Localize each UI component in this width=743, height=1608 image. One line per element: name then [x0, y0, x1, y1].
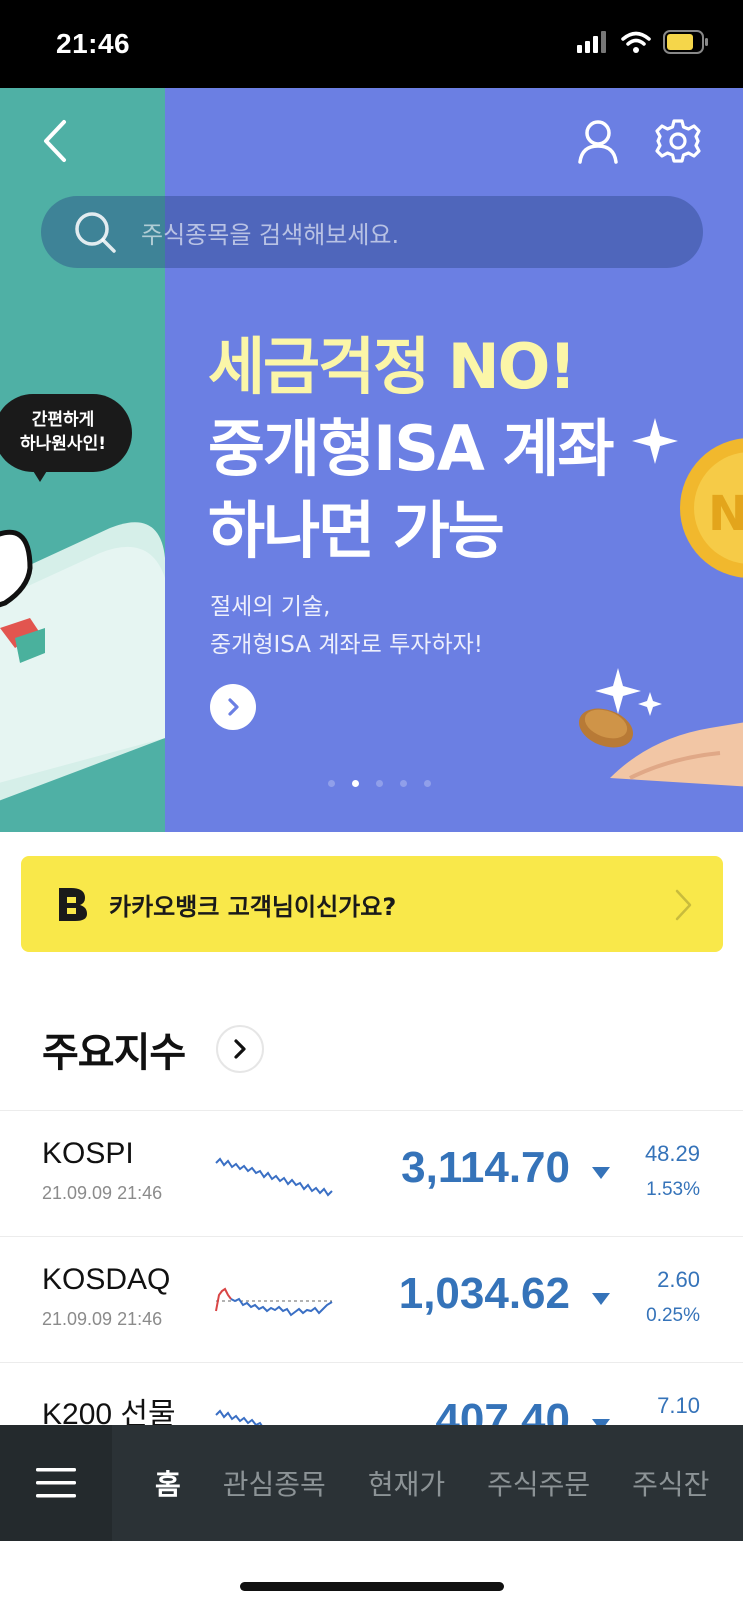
bubble-line-1: 간편하게: [31, 410, 95, 430]
search-placeholder: 주식종목을 검색해보세요.: [141, 220, 400, 249]
chevron-right-icon: [234, 1039, 246, 1059]
kakao-bank-banner[interactable]: 카카오뱅크 고객님이신가요?: [21, 856, 723, 952]
settings-button[interactable]: [655, 118, 701, 164]
back-button[interactable]: [36, 116, 76, 166]
carousel-dot[interactable]: [424, 780, 431, 787]
hero-banner[interactable]: 간편하게 하나원사인! NE: [0, 88, 743, 832]
down-arrow-icon: [592, 1167, 610, 1179]
index-change: 2.60: [657, 1267, 700, 1292]
index-date: 21.09.09 21:46: [42, 1309, 163, 1329]
index-date: 21.09.09 21:46: [42, 1183, 163, 1203]
chevron-right-icon: [675, 889, 692, 921]
status-icons: [577, 30, 709, 54]
user-icon: [578, 120, 618, 164]
hero-title: 세금걱정 NO! 중개형ISA 계좌 하나면 가능: [208, 326, 614, 572]
gear-icon: [655, 119, 701, 163]
tab-watchlist[interactable]: 관심종목: [223, 1463, 326, 1503]
cellular-signal-icon: [577, 31, 606, 53]
tab-stock-order[interactable]: 주식주문: [487, 1463, 590, 1503]
hero-more-button[interactable]: [210, 684, 256, 730]
bottom-nav: 홈 관심종목 현재가 주식주문 주식잔: [0, 1425, 743, 1541]
index-name: KOSDAQ: [42, 1263, 171, 1296]
chevron-right-icon: [228, 698, 239, 716]
tab-home[interactable]: 홈: [155, 1463, 181, 1503]
hero-subtitle-line-2: 중개형ISA 계좌로 투자하자!: [210, 632, 483, 658]
index-row-kospi[interactable]: KOSPI 21.09.09 21:46 3,114.70 48.29 1.53…: [0, 1110, 743, 1236]
index-sparkline: [215, 1287, 333, 1317]
index-value: 3,114.70: [401, 1143, 570, 1192]
index-name: KOSPI: [42, 1137, 134, 1170]
index-row-kosdaq[interactable]: KOSDAQ 21.09.09 21:46 1,034.62 2.60 0.25…: [0, 1236, 743, 1362]
svg-text:NE: NE: [708, 486, 743, 542]
nav-tabs: 홈 관심종목 현재가 주식주문 주식잔: [155, 1425, 743, 1541]
bubble-line-2: 하나원사인!: [20, 434, 106, 454]
back-arrow-icon: [44, 120, 66, 162]
index-sparkline: [215, 1157, 333, 1197]
tab-stock-balance[interactable]: 주식잔: [632, 1463, 709, 1503]
status-bar: 21:46: [0, 0, 743, 88]
carousel-dots: [328, 780, 431, 787]
carousel-dot-active[interactable]: [352, 780, 359, 787]
index-change-percent: 1.53%: [646, 1179, 700, 1200]
wifi-icon: [621, 31, 651, 53]
index-change-percent: 0.25%: [646, 1305, 700, 1326]
speech-bubble: 간편하게 하나원사인!: [0, 394, 132, 472]
hero-topbar: [0, 88, 743, 198]
index-value: 1,034.62: [398, 1269, 570, 1318]
section-title: 주요지수: [42, 1030, 186, 1076]
hero-subtitle: 절세의 기술, 중개형ISA 계좌로 투자하자!: [210, 588, 483, 664]
home-indicator[interactable]: [240, 1582, 504, 1591]
hamburger-menu-icon: [36, 1468, 76, 1498]
profile-button[interactable]: [576, 118, 620, 164]
down-arrow-icon: [592, 1293, 610, 1305]
hero-title-line-1: 세금걱정 NO!: [208, 330, 577, 403]
kakao-banner-label: 카카오뱅크 고객님이신가요?: [109, 892, 397, 921]
index-change: 7.10: [657, 1393, 700, 1418]
index-change: 48.29: [644, 1141, 700, 1166]
hero-title-line-2: 중개형ISA 계좌: [208, 412, 614, 485]
search-icon: [75, 212, 116, 253]
carousel-dot[interactable]: [328, 780, 335, 787]
speech-bubble-tail: [30, 466, 50, 482]
tab-current-price[interactable]: 현재가: [368, 1463, 445, 1503]
hero-subtitle-line-1: 절세의 기술,: [210, 594, 331, 620]
kakao-bank-logo-icon: [59, 888, 87, 921]
indices-more-button[interactable]: [216, 1025, 264, 1073]
carousel-dot[interactable]: [400, 780, 407, 787]
carousel-dot[interactable]: [376, 780, 383, 787]
search-bar[interactable]: 주식종목을 검색해보세요.: [41, 196, 703, 268]
menu-button[interactable]: [0, 1425, 112, 1541]
status-time: 21:46: [56, 28, 131, 59]
hero-title-line-3: 하나면 가능: [208, 494, 505, 567]
battery-icon: [663, 30, 708, 54]
